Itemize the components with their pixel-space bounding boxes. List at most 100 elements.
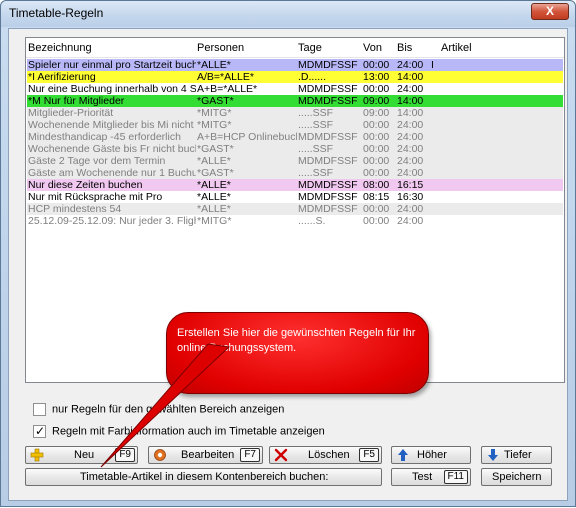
rule-von-cell: 00:00 (363, 59, 390, 71)
rule-row[interactable]: Mindesthandicap -45 erforderlich A+B=HCP … (27, 131, 563, 143)
delete-button[interactable]: Löschen F5 (269, 446, 382, 464)
rule-row[interactable]: Nur eine Buchung innerhalb von 4 Std. A+B… (27, 83, 563, 95)
save-button[interactable]: Speichern (481, 468, 552, 486)
book-articles-button[interactable]: Timetable-Artikel in diesem Kontenbereic… (25, 468, 382, 486)
rule-row[interactable]: 25.12.09-25.12.09: Nur jeder 3. Flight *M… (27, 215, 563, 227)
rule-bis-cell: 24:00 (397, 119, 424, 131)
color-info-checkbox[interactable]: ✓ (33, 424, 46, 438)
rule-personen-cell: A+B=HCP Onlinebuchung (197, 131, 297, 143)
column-header-personen[interactable]: Personen (197, 42, 244, 54)
rule-row[interactable]: Wochenende Gäste bis Fr nicht buchen *GAS… (27, 143, 563, 155)
color-info-option[interactable]: ✓ Regeln mit Farbinformation auch im Time… (33, 424, 325, 439)
rule-row[interactable]: *I Aerifizierung A/B=*ALLE* .D...... 13:00 1… (27, 71, 563, 83)
dialog-client-area: Bezeichnung Personen Tage Von Bis Artike… (8, 28, 568, 501)
rule-personen-cell: *MITG* (197, 215, 232, 227)
delete-button-label: Löschen (308, 449, 350, 461)
rule-von-cell: 00:00 (363, 143, 390, 155)
rule-von-cell: 09:00 (363, 107, 390, 119)
edit-button[interactable]: Bearbeiten F7 (148, 446, 263, 464)
rule-personen-cell: *GAST* (197, 95, 234, 107)
rule-row[interactable]: *M Nur für Mitglieder *GAST* MDMDFSSF 09:00… (27, 95, 563, 107)
edit-button-label: Bearbeiten (181, 449, 235, 461)
rule-bis-cell: 14:00 (397, 95, 424, 107)
rule-row[interactable]: Gäste am Wochenende nur 1 Buchung *GAST*.… (27, 167, 563, 179)
rule-personen-cell: *ALLE* (197, 203, 231, 215)
delete-button-shortcut: F5 (359, 448, 379, 462)
rule-personen-cell: *ALLE* (197, 59, 231, 71)
only-selected-option[interactable]: nur Regeln für den gewählten Bereich anz… (33, 403, 284, 417)
rule-tage-cell: .....SSF (298, 143, 334, 155)
rule-von-cell: 13:00 (363, 71, 390, 83)
help-callout: Erstellen Sie hier die gewünschten Regel… (166, 312, 429, 394)
edit-button-shortcut: F7 (240, 448, 260, 462)
rule-personen-cell: *GAST* (197, 167, 234, 179)
rule-bis-cell: 24:00 (397, 59, 424, 71)
rule-von-cell: 00:00 (363, 155, 390, 167)
rule-name-cell: Gäste am Wochenende nur 1 Buchung (28, 167, 196, 179)
new-button-label: Neu (74, 449, 95, 461)
rule-bis-cell: 16:15 (397, 179, 424, 191)
rule-name-cell: Mindesthandicap -45 erforderlich (28, 131, 181, 143)
column-header-tage[interactable]: Tage (298, 42, 322, 54)
rule-name-cell: *I Aerifizierung (28, 71, 96, 83)
rule-personen-cell: *ALLE* (197, 179, 231, 191)
rule-name-cell: Wochenende Mitglieder bis Mi nicht buche… (28, 119, 196, 131)
rule-name-cell: Gäste 2 Tage vor dem Termin (28, 155, 166, 167)
rule-bis-cell: 24:00 (397, 167, 424, 179)
rule-row[interactable]: Gäste 2 Tage vor dem Termin *ALLE* MDMDFSS… (27, 155, 563, 167)
move-up-label: Höher (417, 449, 447, 461)
move-down-button[interactable]: Tiefer (481, 446, 552, 464)
rule-name-cell: Spieler nur einmal pro Startzeit buchen (28, 59, 196, 71)
rule-personen-cell: *MITG* (197, 107, 232, 119)
close-button[interactable]: X (531, 3, 569, 20)
rule-personen-cell: *GAST* (197, 143, 234, 155)
rule-tage-cell: .....SSF (298, 119, 334, 131)
only-selected-label: nur Regeln für den gewählten Bereich anz… (52, 403, 285, 416)
rule-name-cell: Mitglieder-Priorität (28, 107, 114, 119)
title-bar[interactable]: Timetable-Regeln X (1, 1, 575, 27)
rule-tage-cell: .D...... (298, 71, 327, 83)
book-articles-label: Timetable-Artikel in diesem Kontenbereic… (80, 471, 329, 483)
window-title: Timetable-Regeln (9, 6, 104, 20)
rule-row[interactable]: Wochenende Mitglieder bis Mi nicht buche… (27, 119, 563, 131)
column-header-bezeichnung[interactable]: Bezeichnung (28, 42, 92, 54)
rule-row[interactable]: HCP mindestens 54 *ALLE* MDMDFSSF 00:00 24:0… (27, 203, 563, 215)
rule-tage-cell: MDMDFSSF (298, 95, 358, 107)
rule-name-cell: *M Nur für Mitglieder (28, 95, 125, 107)
rule-row[interactable]: Nur mit Rücksprache mit Pro *ALLE* MDMDFSS… (27, 191, 563, 203)
rule-bis-cell: 16:30 (397, 191, 424, 203)
rule-tage-cell: MDMDFSSF (298, 83, 358, 95)
rule-bis-cell: 14:00 (397, 107, 424, 119)
rule-von-cell: 08:15 (363, 191, 390, 203)
rule-tage-cell: .....SSF (298, 167, 334, 179)
rule-bis-cell: 24:00 (397, 215, 424, 227)
rule-row[interactable]: Spieler nur einmal pro Startzeit buchen *… (27, 59, 563, 71)
rule-tage-cell: MDMDFSSF (298, 155, 358, 167)
rule-bis-cell: 24:00 (397, 131, 424, 143)
rule-bis-cell: 24:00 (397, 203, 424, 215)
list-header: Bezeichnung Personen Tage Von Bis Artike… (26, 38, 564, 58)
dialog-window: Timetable-Regeln X Bezeichnung Personen … (0, 0, 576, 507)
rule-personen-cell: A+B=*ALLE* (197, 83, 258, 95)
move-up-button[interactable]: Höher (391, 446, 471, 464)
color-info-label: Regeln mit Farbinformation auch im Timet… (52, 425, 325, 438)
rule-von-cell: 08:00 (363, 179, 390, 191)
rule-tage-cell: MDMDFSSF (298, 179, 358, 191)
test-button-shortcut: F11 (443, 470, 468, 484)
rule-von-cell: 00:00 (363, 119, 390, 131)
column-header-artikel[interactable]: Artikel (441, 42, 472, 54)
rule-von-cell: 00:00 (363, 203, 390, 215)
rule-row[interactable]: Nur diese Zeiten buchen *ALLE* MDMDFSSF 08:… (27, 179, 563, 191)
only-selected-checkbox[interactable] (33, 403, 46, 416)
rule-von-cell: 09:00 (363, 95, 390, 107)
test-button[interactable]: Test F11 (391, 468, 471, 486)
new-button-shortcut: F9 (115, 448, 135, 462)
arrow-up-icon (398, 449, 408, 461)
edit-icon (154, 449, 166, 461)
callout-text: Erstellen Sie hier die gewünschten Regel… (177, 327, 416, 354)
new-button[interactable]: Neu F9 (25, 446, 138, 464)
rule-row[interactable]: Mitglieder-Priorität *MITG* .....SSF 09:00 1… (27, 107, 563, 119)
arrow-down-icon (488, 449, 498, 461)
column-header-bis[interactable]: Bis (397, 42, 412, 54)
column-header-von[interactable]: Von (363, 42, 382, 54)
